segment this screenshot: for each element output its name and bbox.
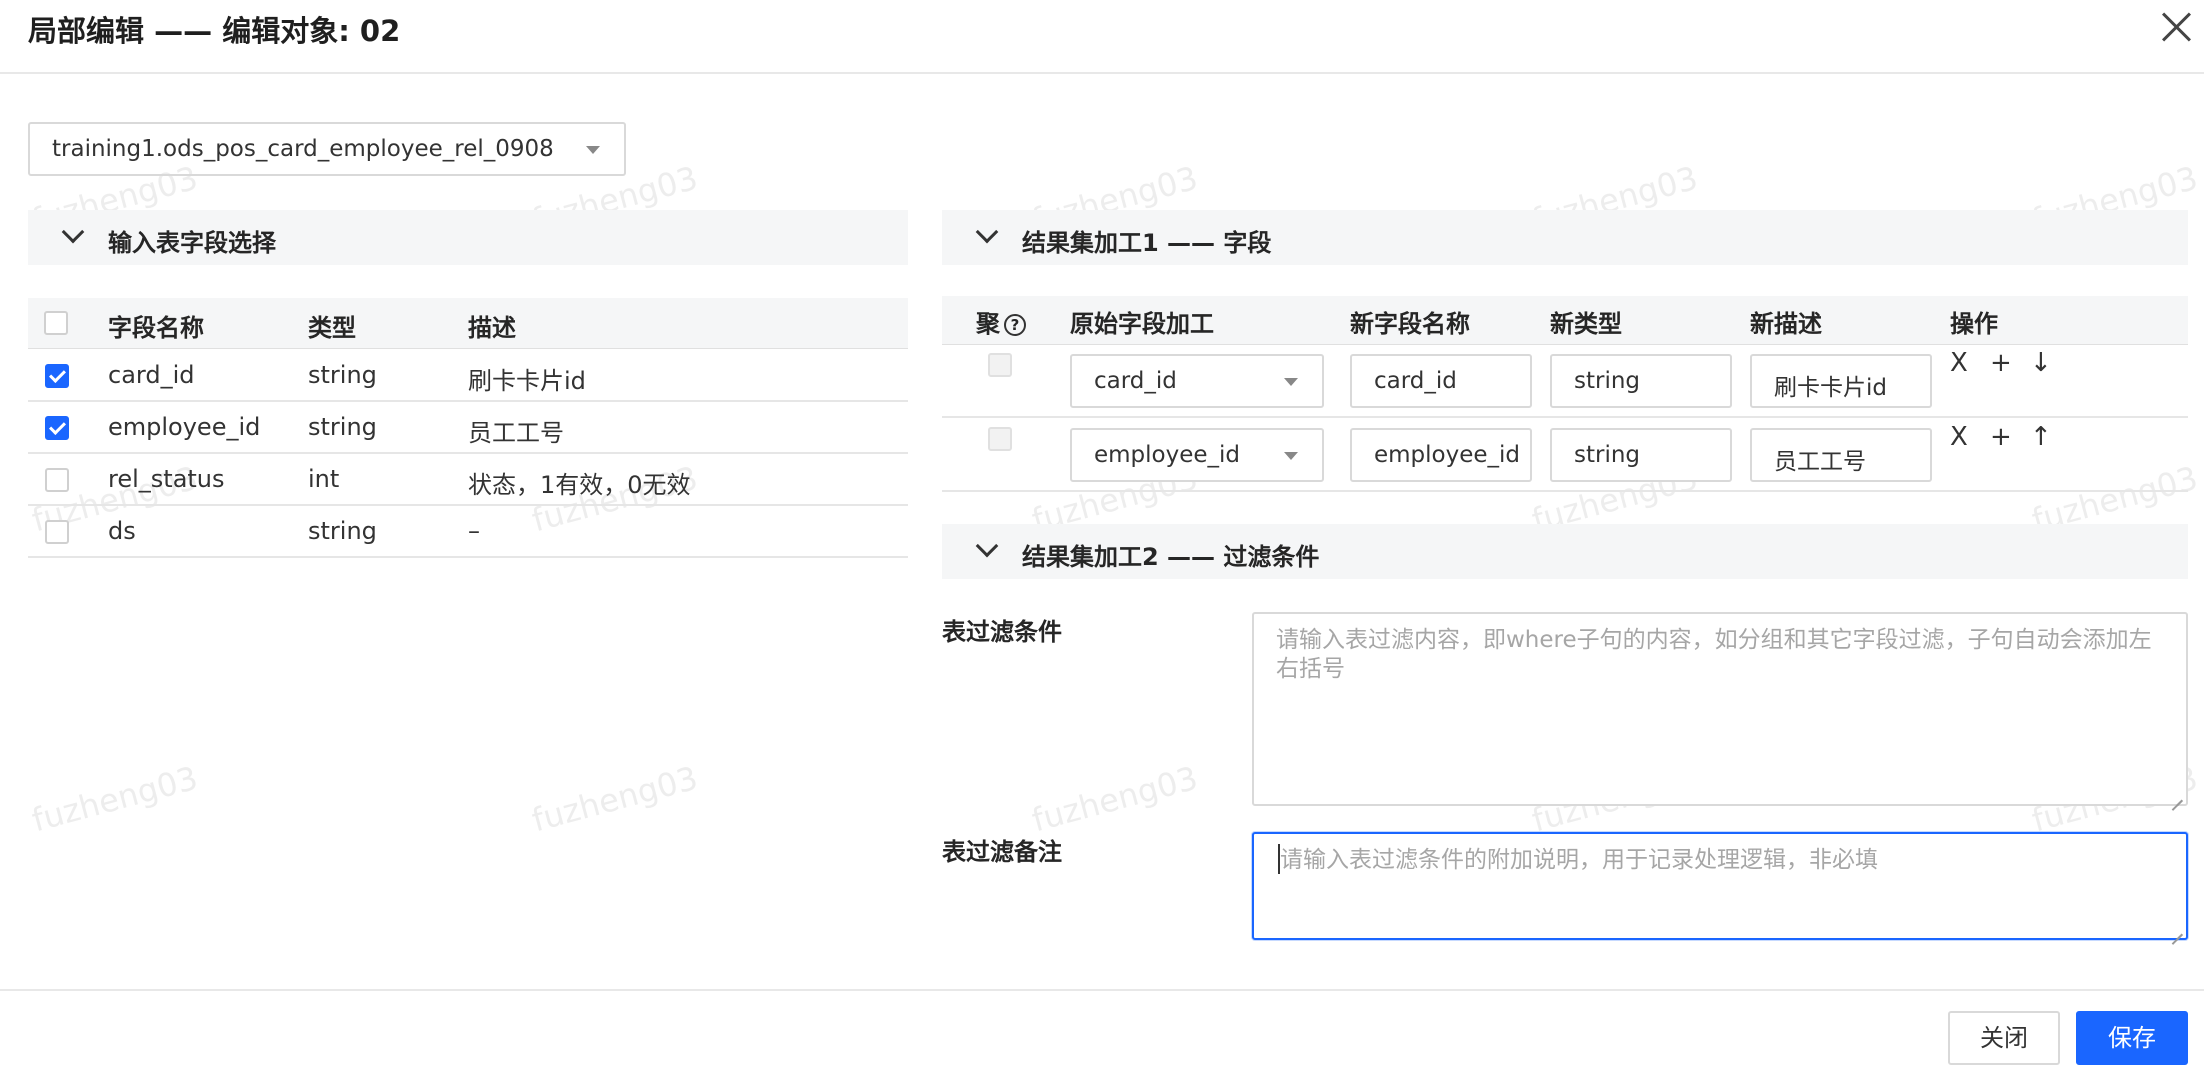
new-name-value: employee_id <box>1374 442 1521 468</box>
field-desc: 员工工号 <box>468 419 564 447</box>
new-desc-value: 刷卡卡片id <box>1774 375 1887 401</box>
input-table-header: 字段名称 类型 描述 <box>28 298 908 349</box>
chevron-down-icon <box>976 540 992 556</box>
aggregate-checkbox[interactable] <box>988 427 1012 451</box>
note-label: 表过滤备注 <box>942 838 1062 866</box>
field-desc: – <box>468 517 480 545</box>
result2-section-header[interactable]: 结果集加工2 —— 过滤条件 <box>942 524 2188 579</box>
caret-down-icon <box>586 146 600 154</box>
row-checkbox[interactable] <box>45 468 69 492</box>
column-new-desc: 新描述 <box>1750 310 1822 338</box>
source-field-value: employee_id <box>1094 442 1241 468</box>
row-divider <box>28 400 908 402</box>
source-field-value: card_id <box>1094 368 1177 394</box>
table-select-value: training1.ods_pos_card_employee_rel_0908 <box>52 136 554 162</box>
result1-section-title: 结果集加工1 —— 字段 <box>1022 229 1272 257</box>
move-up-icon[interactable]: ↑ <box>2030 422 2052 452</box>
filter-textarea[interactable]: 请输入表过滤内容，即where子句的内容，如分组和其它字段过滤，子句自动会添加左… <box>1252 612 2188 806</box>
field-type: string <box>308 517 377 545</box>
column-aggregate: 聚? <box>976 304 1026 339</box>
save-button[interactable]: 保存 <box>2076 1011 2188 1065</box>
field-name: ds <box>108 517 136 545</box>
new-name-value: card_id <box>1374 368 1457 394</box>
row-divider <box>28 504 908 506</box>
new-name-input[interactable]: card_id <box>1350 354 1532 408</box>
column-operations: 操作 <box>1950 310 1998 338</box>
chevron-down-icon <box>62 226 78 242</box>
field-type: int <box>308 465 340 493</box>
select-all-checkbox[interactable] <box>44 311 68 335</box>
resize-handle-icon[interactable] <box>2171 923 2183 935</box>
delete-icon[interactable]: X <box>1950 422 1968 452</box>
chevron-down-icon <box>976 226 992 242</box>
caret-down-icon <box>1284 378 1298 386</box>
new-type-value: string <box>1574 442 1641 468</box>
field-type: string <box>308 413 377 441</box>
resize-handle-icon[interactable] <box>2171 789 2183 801</box>
source-field-select[interactable]: card_id <box>1070 354 1324 408</box>
result1-section-header[interactable]: 结果集加工1 —— 字段 <box>942 210 2188 265</box>
input-section-title: 输入表字段选择 <box>108 229 276 257</box>
row-divider <box>942 416 2188 418</box>
filter-label: 表过滤条件 <box>942 618 1062 646</box>
table-select[interactable]: training1.ods_pos_card_employee_rel_0908 <box>28 122 626 176</box>
column-field-name: 字段名称 <box>108 314 204 342</box>
row-divider <box>28 452 908 454</box>
aggregate-checkbox[interactable] <box>988 353 1012 377</box>
new-type-input[interactable]: string <box>1550 428 1732 482</box>
field-name: rel_status <box>108 465 225 493</box>
row-checkbox[interactable] <box>45 520 69 544</box>
note-placeholder: 请输入表过滤条件的附加说明，用于记录处理逻辑，非必填 <box>1280 847 1878 873</box>
new-type-value: string <box>1574 368 1641 394</box>
footer-divider <box>0 989 2204 991</box>
column-aggregate-label: 聚 <box>976 310 1000 338</box>
new-desc-input[interactable]: 员工工号 <box>1750 428 1932 482</box>
field-name: card_id <box>108 361 195 389</box>
caret-down-icon <box>1284 452 1298 460</box>
field-desc: 刷卡卡片id <box>468 367 586 395</box>
column-type: 类型 <box>308 314 356 342</box>
column-description: 描述 <box>468 314 516 342</box>
close-icon[interactable] <box>2160 10 2194 44</box>
row-divider <box>28 556 908 558</box>
row-divider <box>942 490 2188 492</box>
dialog-header: 局部编辑 —— 编辑对象: 02 <box>0 0 2204 74</box>
source-field-select[interactable]: employee_id <box>1070 428 1324 482</box>
input-section-header[interactable]: 输入表字段选择 <box>28 210 908 265</box>
add-icon[interactable]: + <box>1990 422 2012 452</box>
new-desc-input[interactable]: 刷卡卡片id <box>1750 354 1932 408</box>
field-desc: 状态，1有效，0无效 <box>468 471 691 499</box>
column-source-field: 原始字段加工 <box>1070 310 1214 338</box>
move-down-icon[interactable]: ↓ <box>2030 348 2052 378</box>
result1-table-header: 聚? 原始字段加工 新字段名称 新类型 新描述 操作 <box>942 296 2188 345</box>
close-button[interactable]: 关闭 <box>1948 1011 2060 1065</box>
row-checkbox[interactable] <box>45 364 69 388</box>
add-icon[interactable]: + <box>1990 348 2012 378</box>
new-type-input[interactable]: string <box>1550 354 1732 408</box>
dialog-title: 局部编辑 —— 编辑对象: 02 <box>28 14 401 48</box>
help-icon[interactable]: ? <box>1004 314 1026 336</box>
new-name-input[interactable]: employee_id <box>1350 428 1532 482</box>
field-type: string <box>308 361 377 389</box>
column-new-name: 新字段名称 <box>1350 310 1470 338</box>
new-desc-value: 员工工号 <box>1774 449 1866 475</box>
result2-section-title: 结果集加工2 —— 过滤条件 <box>1022 543 1320 571</box>
field-name: employee_id <box>108 413 261 441</box>
column-new-type: 新类型 <box>1550 310 1622 338</box>
row-checkbox[interactable] <box>45 416 69 440</box>
note-textarea[interactable]: 请输入表过滤条件的附加说明，用于记录处理逻辑，非必填 <box>1252 832 2188 940</box>
delete-icon[interactable]: X <box>1950 348 1968 378</box>
filter-placeholder: 请输入表过滤内容，即where子句的内容，如分组和其它字段过滤，子句自动会添加左… <box>1276 627 2152 682</box>
